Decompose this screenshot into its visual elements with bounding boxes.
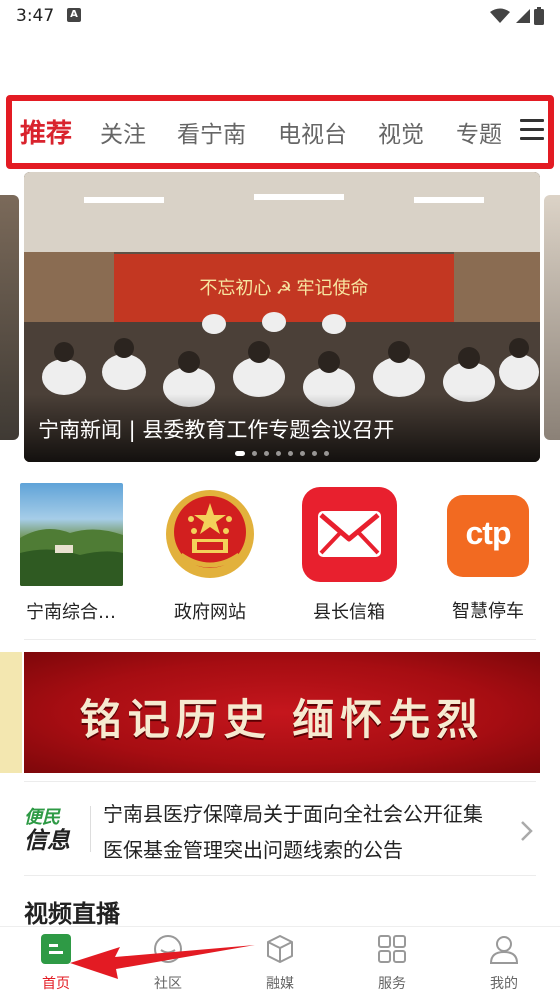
- carousel-next-slide[interactable]: [544, 195, 560, 440]
- banner-caption: 宁南新闻 | 县委教育工作专题会议召开: [38, 418, 395, 442]
- tab-visual[interactable]: 视觉: [378, 115, 424, 149]
- convenience-info-logo: 便民 信息: [24, 807, 84, 855]
- community-icon: [152, 933, 184, 965]
- tab-follow[interactable]: 关注: [100, 115, 146, 149]
- grid-services-icon: [376, 933, 408, 965]
- logo-line2: 信息: [24, 828, 70, 854]
- tab-ningnan[interactable]: 看宁南: [177, 115, 246, 149]
- carousel-dot[interactable]: [300, 451, 305, 456]
- channel-tab-bar: 推荐 关注 看宁南 电视台 视觉 专题: [6, 95, 554, 169]
- wall-slogan: 不忘初心 ☭ 牢记使命: [199, 278, 368, 298]
- quick-link-label: 智慧停车: [452, 601, 524, 622]
- carousel-dot[interactable]: [235, 451, 245, 456]
- notice-headline[interactable]: 宁南县医疗保障局关于面向全社会公开征集医保基金管理突出问题线索的公告: [103, 796, 498, 868]
- carousel-dot[interactable]: [312, 451, 317, 456]
- quick-link-label: 政府网站: [174, 602, 246, 623]
- nav-home[interactable]: 首页: [16, 933, 96, 993]
- nav-media-label: 融媒: [266, 976, 294, 992]
- carousel-indicator: [24, 451, 540, 456]
- logo-line1: 便民: [24, 807, 60, 828]
- status-time: 3:47: [16, 6, 55, 26]
- section-divider: [24, 781, 536, 782]
- section-divider: [24, 875, 536, 876]
- quick-link-smart-parking[interactable]: ctp 智慧停车: [433, 483, 543, 623]
- tab-tv-station[interactable]: 电视台: [278, 115, 347, 149]
- poster-side-strip: [0, 652, 22, 773]
- chevron-right-icon[interactable]: [520, 820, 534, 842]
- nav-profile[interactable]: 我的: [464, 933, 544, 993]
- video-live-section-title: 视频直播: [24, 900, 120, 928]
- mail-envelope-icon: [301, 487, 397, 582]
- wifi-icon: [490, 8, 510, 23]
- signal-icon: [516, 9, 530, 23]
- nav-community-label: 社区: [154, 976, 182, 992]
- battery-icon: [534, 7, 544, 25]
- bottom-nav: 首页 社区 融媒 服务 我的: [0, 926, 560, 996]
- quick-link-label: 县长信箱: [313, 602, 385, 623]
- home-icon: [40, 933, 72, 965]
- news-banner[interactable]: 不忘初心 ☭ 牢记使命 宁南新闻 | 县委教育工作专题会议召开: [24, 172, 540, 462]
- national-emblem-icon: [159, 483, 262, 586]
- landscape-photo-icon: [19, 483, 123, 586]
- carousel-dot[interactable]: [252, 451, 257, 456]
- tab-recommend[interactable]: 推荐: [20, 113, 72, 150]
- carousel-dot[interactable]: [264, 451, 269, 456]
- media-cube-icon: [264, 933, 296, 965]
- tab-topics[interactable]: 专题: [456, 115, 502, 149]
- poster-text: 铭记历史 缅怀先烈: [79, 695, 485, 744]
- carousel-dot[interactable]: [324, 451, 329, 456]
- quick-link-government-website[interactable]: 政府网站: [155, 483, 265, 624]
- carousel-prev-slide[interactable]: [0, 195, 19, 440]
- carousel-dot[interactable]: [276, 451, 281, 456]
- quick-link-ningnan-comprehensive[interactable]: 宁南综合…: [16, 483, 126, 624]
- nav-services[interactable]: 服务: [352, 933, 432, 993]
- menu-icon[interactable]: [520, 119, 544, 141]
- status-icons: [490, 6, 544, 26]
- notification-icon: A: [67, 8, 81, 22]
- nav-services-label: 服务: [378, 976, 406, 992]
- carousel-dot[interactable]: [288, 451, 293, 456]
- quick-link-mayor-mailbox[interactable]: 县长信箱: [294, 483, 404, 624]
- profile-icon: [488, 933, 520, 965]
- nav-community[interactable]: 社区: [128, 933, 208, 993]
- status-bar: 3:47 A: [0, 0, 560, 34]
- section-divider: [24, 639, 536, 640]
- nav-profile-label: 我的: [490, 976, 518, 992]
- ctp-parking-icon: ctp: [447, 495, 529, 577]
- nav-media[interactable]: 融媒: [240, 933, 320, 993]
- notice-separator: [90, 806, 91, 852]
- memorial-poster-banner[interactable]: 铭记历史 缅怀先烈: [24, 652, 540, 773]
- ctp-logo-text: ctp: [465, 515, 512, 551]
- quick-link-label: 宁南综合…: [26, 602, 116, 623]
- nav-home-label: 首页: [42, 976, 70, 992]
